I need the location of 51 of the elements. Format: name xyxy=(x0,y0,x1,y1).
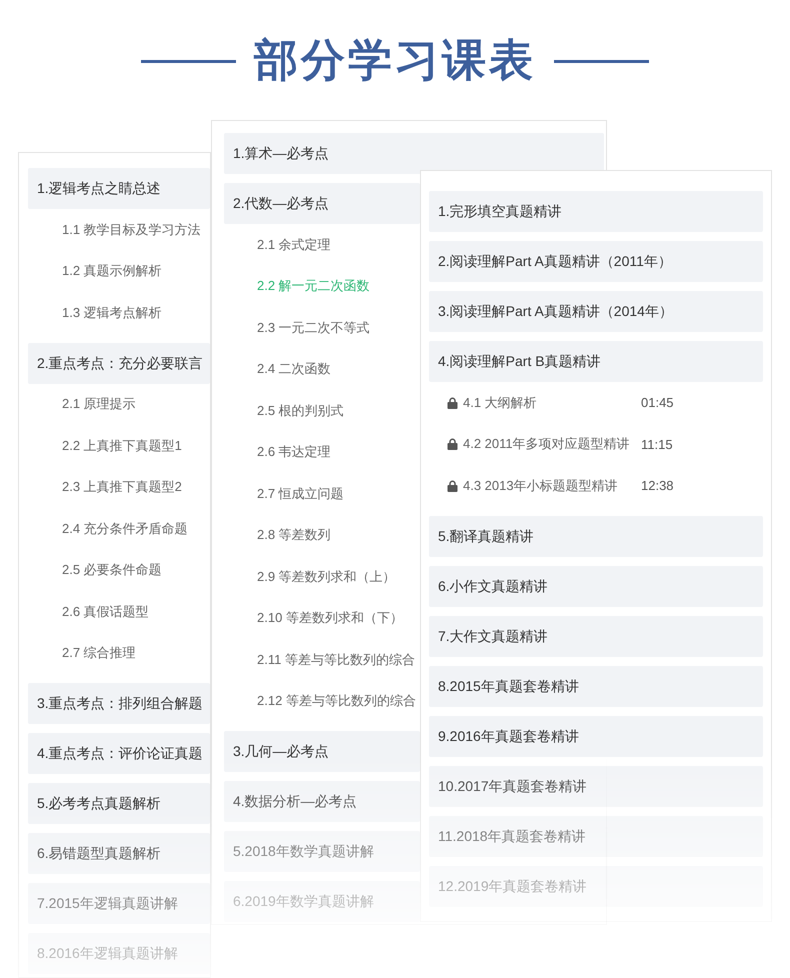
lesson-link[interactable]: 2.4 充分条件矛盾命题 xyxy=(62,520,188,538)
lesson-link[interactable]: 2.7 综合推理 xyxy=(62,644,136,662)
section-header[interactable]: 11.2018年真题套卷精讲 xyxy=(429,816,763,856)
lesson-duration: 12:38 xyxy=(641,478,675,494)
section-header[interactable]: 3.重点考点：排列组合解题 xyxy=(28,683,210,724)
section-header[interactable]: 3.阅读理解Part A真题精讲（2014年） xyxy=(429,291,763,332)
section-header[interactable]: 1.逻辑考点之睛总述 xyxy=(28,168,210,209)
section-header[interactable]: 1.完形填空真题精讲 xyxy=(429,191,763,232)
lesson-duration: 01:45 xyxy=(641,395,675,410)
lesson-link[interactable]: 1.1 教学目标及学习方法 xyxy=(62,220,201,239)
lesson-link[interactable]: 2.3 一元二次不等式 xyxy=(257,318,370,337)
section-header[interactable]: 4.重点考点：评价论证真题 xyxy=(28,733,210,774)
lesson-link[interactable]: 2.4 二次函数 xyxy=(257,360,331,378)
lesson-link[interactable]: 2.3 上真推下真题型2 xyxy=(62,478,182,496)
lesson-link[interactable]: 4.2 2011年多项对应题型精讲 xyxy=(463,435,630,454)
lesson-duration: 11:15 xyxy=(641,436,674,452)
section-header[interactable]: 2.阅读理解Part A真题精讲（2011年） xyxy=(429,241,763,282)
section-header[interactable]: 5.翻译真题精讲 xyxy=(429,516,763,556)
lesson-link[interactable]: 4.3 2013年小标题题型精讲 xyxy=(463,476,618,495)
lesson-link[interactable]: 1.2 真题示例解析 xyxy=(62,262,162,280)
lesson-link[interactable]: 2.10 等差数列求和（下） xyxy=(257,609,403,628)
section-header[interactable]: 2.代数—必考点 xyxy=(224,183,420,224)
lesson-link[interactable]: 2.6 真假话题型 xyxy=(62,602,149,621)
lesson-link[interactable]: 2.12 等差与等比数列的综合 xyxy=(257,692,416,710)
lesson-link[interactable]: 1.3 逻辑考点解析 xyxy=(62,304,162,322)
page-title: 部分学习课表 xyxy=(254,35,536,87)
lesson-link[interactable]: 4.1 大纲解析 xyxy=(463,394,537,412)
lesson-link[interactable]: 2.8 等差数列 xyxy=(257,526,331,544)
lesson-link[interactable]: 2.1 原理提示 xyxy=(62,395,136,414)
lesson-link[interactable]: 2.2 上真推下真题型1 xyxy=(62,436,182,455)
section-header[interactable]: 7.2015年逻辑真题讲解 xyxy=(28,883,210,924)
lesson-link[interactable]: 2.6 韦达定理 xyxy=(257,443,331,462)
section-header[interactable]: 8.2015年真题套卷精讲 xyxy=(429,666,763,706)
section-header[interactable]: 10.2017年真题套卷精讲 xyxy=(429,766,763,806)
section-header[interactable]: 7.大作文真题精讲 xyxy=(429,616,763,656)
section-header[interactable]: 9.2016年真题套卷精讲 xyxy=(429,716,763,756)
lesson-link[interactable]: 2.5 根的判别式 xyxy=(257,402,344,420)
section-header[interactable]: 3.几何—必考点 xyxy=(224,731,420,772)
section-header[interactable]: 6.易错题型真题解析 xyxy=(28,833,210,874)
section-header[interactable]: 5.2018年数学真题讲解 xyxy=(224,831,420,872)
section-header[interactable]: 6.小作文真题精讲 xyxy=(429,566,763,606)
section-header[interactable]: 4.阅读理解Part B真题精讲 xyxy=(429,341,763,382)
section-header[interactable]: 5.必考考点真题解析 xyxy=(28,783,210,824)
lesson-link[interactable]: 2.11 等差与等比数列的综合 xyxy=(257,650,415,669)
lesson-link[interactable]: 2.7 恒成立问题 xyxy=(257,484,344,503)
section-header[interactable]: 4.数据分析—必考点 xyxy=(224,781,420,822)
section-header[interactable]: 2.重点考点：充分必要联言 xyxy=(28,342,210,384)
lesson-link[interactable]: 2.5 必要条件命题 xyxy=(62,561,162,580)
section-header[interactable]: 1.算术—必考点 xyxy=(224,133,604,174)
lesson-link[interactable]: 2.1 余式定理 xyxy=(257,236,331,254)
lesson-link[interactable]: 2.9 等差数列求和（上） xyxy=(257,568,396,586)
